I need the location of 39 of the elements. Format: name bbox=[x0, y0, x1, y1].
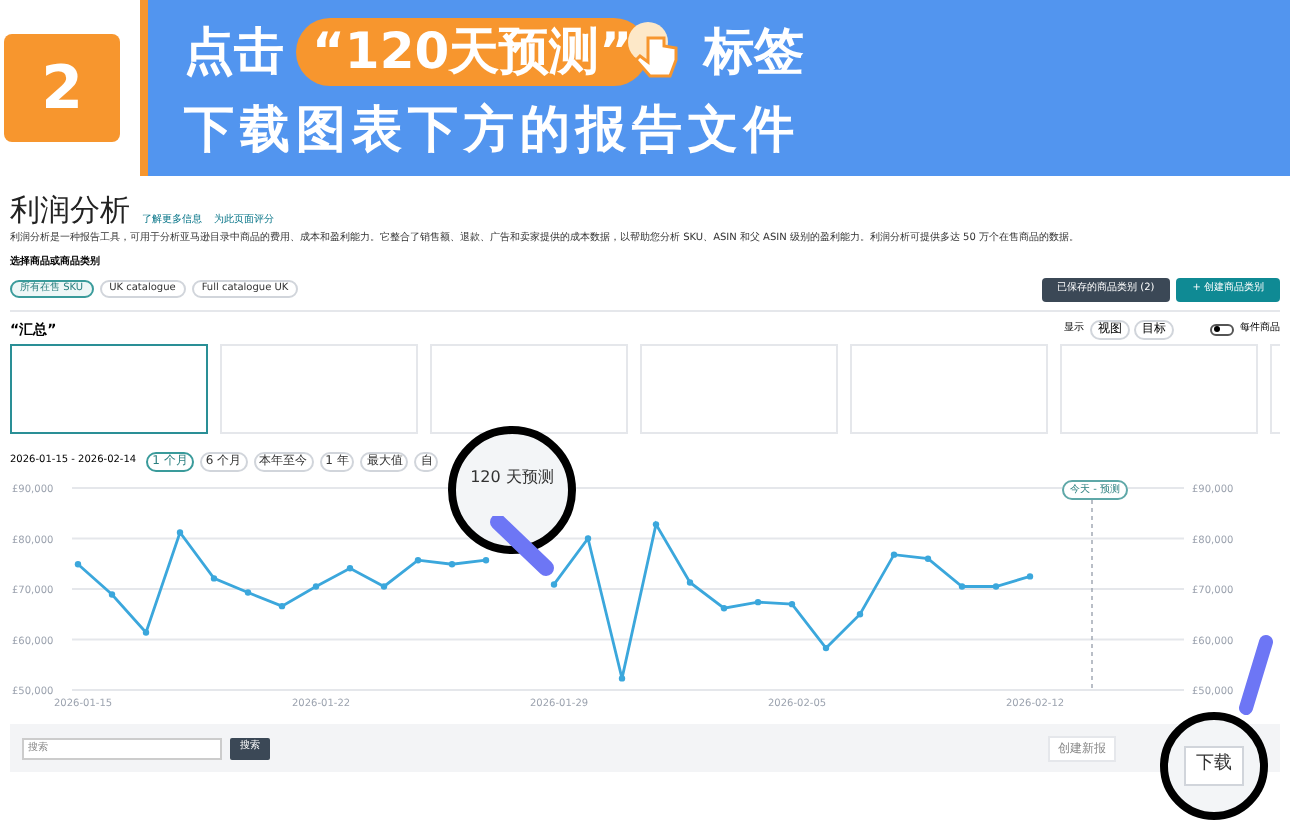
magnifier-handle-icon bbox=[1236, 632, 1276, 720]
data-point bbox=[210, 575, 218, 582]
data-point bbox=[652, 521, 660, 528]
data-point bbox=[550, 581, 558, 588]
data-point bbox=[176, 529, 184, 536]
data-point bbox=[312, 583, 320, 590]
data-point bbox=[380, 583, 388, 590]
data-point bbox=[346, 565, 354, 572]
summary-card[interactable] bbox=[10, 344, 208, 434]
data-point bbox=[74, 561, 82, 568]
data-point bbox=[890, 551, 898, 558]
data-point bbox=[482, 557, 490, 564]
data-point bbox=[686, 579, 694, 586]
magnified-tab-label: 120 天预测 bbox=[470, 466, 554, 490]
data-point bbox=[856, 611, 864, 618]
data-point bbox=[822, 644, 830, 652]
banner-text: 下载图表下方的报告文件 bbox=[184, 98, 802, 162]
toggle-switch[interactable] bbox=[1210, 323, 1234, 336]
data-point bbox=[1026, 573, 1034, 580]
data-point bbox=[992, 583, 1000, 590]
data-point bbox=[278, 602, 286, 610]
data-point bbox=[142, 629, 150, 636]
page-title: 利润分析 bbox=[10, 192, 130, 228]
data-point bbox=[788, 600, 796, 608]
banner-text: 标签 bbox=[704, 20, 805, 84]
data-point bbox=[244, 589, 252, 596]
step-badge: 2 bbox=[4, 34, 120, 142]
data-point bbox=[754, 598, 762, 606]
data-point bbox=[958, 583, 966, 590]
data-point bbox=[584, 535, 592, 542]
data-point bbox=[448, 561, 456, 568]
banner-text: 点击 bbox=[184, 20, 284, 84]
data-point bbox=[924, 555, 932, 562]
data-point bbox=[618, 675, 626, 682]
data-point bbox=[108, 591, 116, 598]
download-button[interactable]: 下载 bbox=[1184, 746, 1244, 786]
data-point bbox=[720, 605, 728, 612]
data-point bbox=[414, 557, 422, 564]
magnifier-handle-icon bbox=[490, 516, 558, 580]
